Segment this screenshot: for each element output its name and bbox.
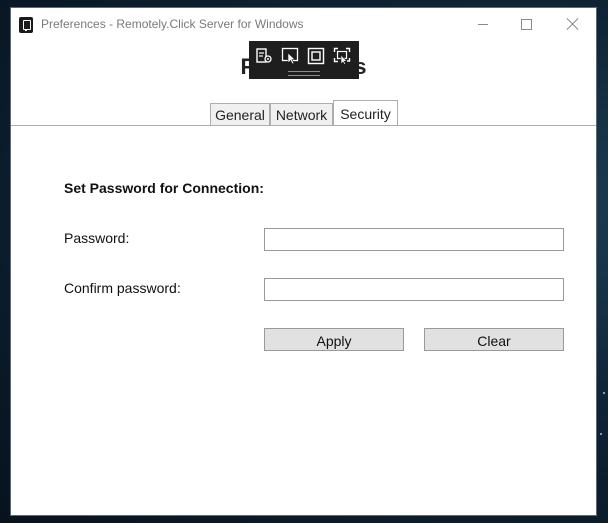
password-field[interactable] xyxy=(264,228,564,251)
app-icon xyxy=(19,17,33,33)
close-button[interactable] xyxy=(550,8,596,40)
confirm-password-field[interactable] xyxy=(264,278,564,301)
maximize-icon xyxy=(520,18,532,30)
capture-window-icon[interactable] xyxy=(307,47,325,65)
minimize-button[interactable] xyxy=(460,8,506,40)
capture-toolbar xyxy=(249,41,359,79)
clear-button[interactable]: Clear xyxy=(424,328,564,351)
preferences-window: Preferences - Remotely.Click Server for … xyxy=(10,7,597,516)
toolbar-drag-handle[interactable] xyxy=(288,71,320,76)
tab-security[interactable]: Security xyxy=(333,100,398,126)
background-star xyxy=(600,433,602,435)
device-settings-icon[interactable] xyxy=(255,47,273,65)
confirm-password-label: Confirm password: xyxy=(64,280,181,296)
password-label: Password: xyxy=(64,230,130,246)
title-bar[interactable]: Preferences - Remotely.Click Server for … xyxy=(11,8,596,40)
capture-region-icon[interactable] xyxy=(333,47,351,65)
apply-button[interactable]: Apply xyxy=(264,328,404,351)
close-icon xyxy=(567,18,579,30)
maximize-button[interactable] xyxy=(503,8,549,40)
window-title: Preferences - Remotely.Click Server for … xyxy=(41,17,304,31)
background-star xyxy=(603,392,605,394)
tab-general[interactable]: General xyxy=(210,103,270,125)
tab-divider xyxy=(11,125,596,126)
select-pointer-icon[interactable] xyxy=(281,47,299,65)
tab-network[interactable]: Network xyxy=(270,103,333,125)
minimize-icon xyxy=(478,23,488,25)
section-title: Set Password for Connection: xyxy=(64,180,264,196)
